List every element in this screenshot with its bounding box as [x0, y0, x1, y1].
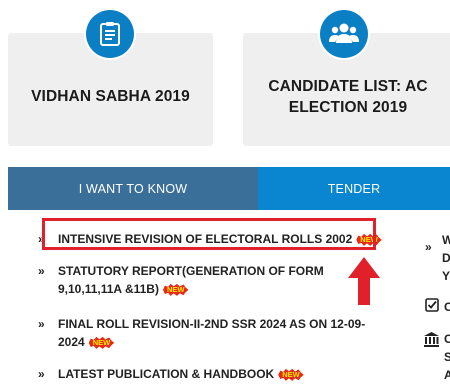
list-item-text: LATEST PUBLICATION & HANDBOOK	[58, 367, 275, 381]
highlight-annotation-box	[42, 218, 376, 250]
right-item-3[interactable]: C S A	[444, 330, 450, 384]
list-item[interactable]: » FINAL ROLL REVISION-II-2ND SSR 2024 AS…	[38, 315, 368, 351]
checkbox-icon	[425, 298, 439, 312]
new-badge: NEW	[162, 283, 189, 296]
right-item-1[interactable]: WI DR YO	[442, 231, 450, 285]
double-chevron-icon: »	[38, 264, 45, 278]
right-item-2[interactable]: CI	[444, 298, 450, 316]
list-item-link[interactable]: STATUTORY REPORT(GENERATION OF FORM 9,10…	[58, 262, 358, 298]
people-group-icon	[320, 10, 368, 58]
list-item-link[interactable]: FINAL ROLL REVISION-II-2ND SSR 2024 AS O…	[58, 315, 368, 351]
double-chevron-icon: »	[38, 367, 45, 381]
right-item-line: A	[444, 368, 450, 382]
tab-bar: I WANT TO KNOW TENDER	[8, 167, 450, 210]
right-item-line: S	[444, 350, 450, 364]
right-item-line: WI	[442, 233, 450, 247]
right-item-line: DR	[442, 251, 450, 265]
list-item[interactable]: » STATUTORY REPORT(GENERATION OF FORM 9,…	[38, 262, 358, 298]
right-item-line: YO	[442, 269, 450, 283]
new-badge: NEW	[88, 336, 115, 349]
new-badge: NEW	[278, 368, 304, 381]
card-title: VIDHAN SABHA 2019	[31, 88, 190, 105]
tab-tender[interactable]: TENDER	[258, 167, 450, 210]
list-item[interactable]: » LATEST PUBLICATION & HANDBOOK NEW	[38, 365, 304, 383]
list-item-text: STATUTORY REPORT(GENERATION OF FORM 9,10…	[58, 264, 324, 296]
checklist-icon	[86, 10, 134, 58]
double-chevron-icon: »	[38, 317, 45, 331]
list-item-link[interactable]: LATEST PUBLICATION & HANDBOOK NEW	[58, 365, 304, 383]
up-arrow-annotation-icon	[348, 257, 380, 305]
card-title: CANDIDATE LIST: AC ELECTION 2019	[268, 77, 428, 116]
tab-i-want-to-know[interactable]: I WANT TO KNOW	[8, 167, 258, 210]
institution-icon	[424, 332, 439, 347]
right-item-line: C	[444, 332, 450, 346]
double-chevron-icon: »	[425, 240, 432, 254]
